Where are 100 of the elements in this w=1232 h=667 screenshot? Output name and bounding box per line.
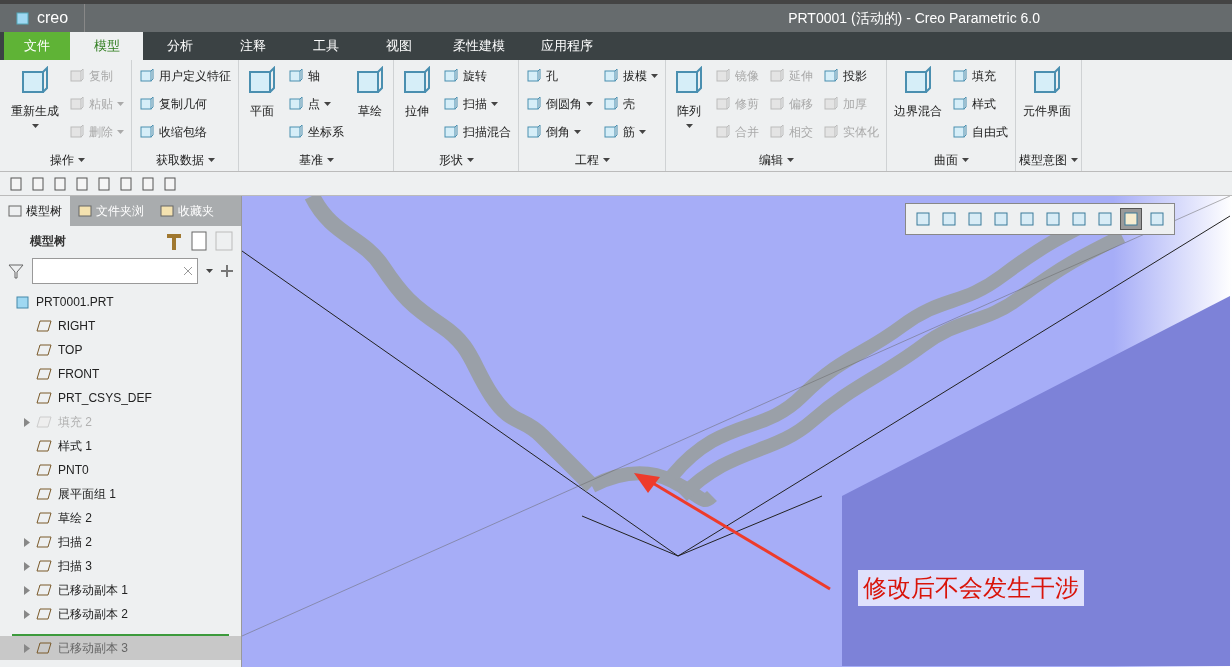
group-label[interactable]: 操作 <box>7 149 128 171</box>
tool-icon <box>443 96 459 112</box>
ribbon-button[interactable]: 倒角 <box>522 118 597 146</box>
ribbon-button[interactable]: 收缩包络 <box>135 118 235 146</box>
tool-icon <box>952 124 968 140</box>
plus-icon[interactable] <box>221 265 233 277</box>
expand-arrow-icon[interactable] <box>24 609 30 619</box>
caret-icon <box>491 102 498 106</box>
annotation-text: 修改后不会发生干涉 <box>858 570 1084 606</box>
group-label[interactable]: 编辑 <box>669 149 883 171</box>
tree-item[interactable]: 已移动副本 3 <box>0 636 241 660</box>
filter-icon[interactable] <box>8 263 24 279</box>
clear-icon[interactable] <box>183 266 193 276</box>
ribbon-button[interactable]: 阵列 <box>669 62 709 132</box>
ribbon-button[interactable]: 孔 <box>522 62 597 90</box>
tree-item[interactable]: TOP <box>0 338 241 362</box>
tool-icon <box>769 96 785 112</box>
menu-tab[interactable]: 应用程序 <box>523 32 611 60</box>
group-label[interactable]: 模型意图 <box>1019 149 1078 171</box>
page-icon[interactable] <box>8 175 24 192</box>
ribbon-button[interactable]: 壳 <box>599 90 662 118</box>
feature-icon <box>36 559 52 573</box>
expand-arrow-icon[interactable] <box>24 585 30 595</box>
group-label[interactable]: 获取数据 <box>135 149 235 171</box>
ribbon-button[interactable]: 轴 <box>284 62 348 90</box>
menu-tab[interactable]: 注释 <box>216 32 289 60</box>
tool-icon <box>288 68 304 84</box>
ribbon-button[interactable]: 复制几何 <box>135 90 235 118</box>
ribbon-button[interactable]: 筋 <box>599 118 662 146</box>
expand-arrow-icon[interactable] <box>24 643 30 653</box>
ribbon-button[interactable]: 样式 <box>948 90 1012 118</box>
ribbon-button[interactable]: 填充 <box>948 62 1012 90</box>
graphics-viewport[interactable]: 修改后不会发生干涉 <box>242 196 1232 667</box>
tree-item[interactable]: PRT_CSYS_DEF <box>0 386 241 410</box>
tree-item[interactable]: 扫描 3 <box>0 554 241 578</box>
feature-icon <box>36 367 52 381</box>
panel-tab[interactable]: 模型树 <box>0 196 70 226</box>
expand-arrow-icon[interactable] <box>24 537 30 547</box>
tool-icon <box>288 96 304 112</box>
caret-icon <box>651 74 658 78</box>
caret-icon <box>324 102 331 106</box>
ribbon-button[interactable]: 点 <box>284 90 348 118</box>
tool-icon <box>69 96 85 112</box>
ribbon-button[interactable]: 草绘 <box>350 62 390 124</box>
menu-tab[interactable]: 分析 <box>143 32 216 60</box>
ribbon-button[interactable]: 平面 <box>242 62 282 124</box>
caret-icon <box>1071 158 1078 162</box>
ribbon-button[interactable]: 投影 <box>819 62 883 90</box>
feature-icon <box>36 607 52 621</box>
tree-item[interactable]: 扫描 2 <box>0 530 241 554</box>
menu-tab[interactable]: 模型 <box>70 32 143 60</box>
ribbon-button[interactable]: 元件界面 <box>1019 62 1075 124</box>
search-field[interactable] <box>32 258 198 284</box>
tree-item[interactable]: 展平面组 1 <box>0 482 241 506</box>
tool-icon <box>769 68 785 84</box>
caret-icon <box>466 158 474 162</box>
caret-icon <box>207 158 215 162</box>
ribbon-button[interactable]: 坐标系 <box>284 118 348 146</box>
tool-icon <box>139 124 155 140</box>
menu-tab[interactable]: 柔性建模 <box>435 32 523 60</box>
ribbon-button[interactable]: 重新生成 <box>7 62 63 132</box>
group-label[interactable]: 基准 <box>242 149 390 171</box>
group-label[interactable]: 曲面 <box>890 149 1012 171</box>
group-label[interactable]: 形状 <box>397 149 515 171</box>
cube-icon <box>16 295 30 309</box>
group-label[interactable]: 工程 <box>522 149 662 171</box>
ribbon-button[interactable]: 倒圆角 <box>522 90 597 118</box>
tool-icon <box>715 68 731 84</box>
tool-icon <box>715 124 731 140</box>
tree-item[interactable]: RIGHT <box>0 314 241 338</box>
menu-tab[interactable]: 工具 <box>289 32 362 60</box>
ribbon-button[interactable]: 旋转 <box>439 62 515 90</box>
tree-root-item[interactable]: PRT0001.PRT <box>0 290 241 314</box>
tree-title: 模型树 <box>30 233 66 250</box>
caret-icon <box>31 124 39 128</box>
tool-icon <box>603 96 619 112</box>
tree-item[interactable]: 已移动副本 2 <box>0 602 241 626</box>
feature-icon <box>36 319 52 333</box>
ribbon-button[interactable]: 拉伸 <box>397 62 437 124</box>
tree-item[interactable]: 已移动副本 1 <box>0 578 241 602</box>
tool-icon <box>526 68 542 84</box>
ribbon-button[interactable]: 拔模 <box>599 62 662 90</box>
ribbon-button[interactable]: 扫描 <box>439 90 515 118</box>
menu-tab[interactable]: 视图 <box>362 32 435 60</box>
feature-icon <box>36 415 52 429</box>
tool-icon <box>139 68 155 84</box>
view-tool-button[interactable] <box>1120 208 1142 230</box>
ribbon-button[interactable]: 扫描混合 <box>439 118 515 146</box>
tool-icon <box>715 96 731 112</box>
caret-icon <box>117 130 124 134</box>
ribbon-button[interactable]: 自由式 <box>948 118 1012 146</box>
tree-item[interactable]: 草绘 2 <box>0 506 241 530</box>
ribbon-button[interactable]: 边界混合 <box>890 62 946 124</box>
tool-icon <box>823 124 839 140</box>
expand-arrow-icon[interactable] <box>24 561 30 571</box>
tree-item[interactable]: 样式 1 <box>0 434 241 458</box>
ribbon-button[interactable]: 用户定义特征 <box>135 62 235 90</box>
tree-item[interactable]: PNT0 <box>0 458 241 482</box>
caret-icon <box>961 158 969 162</box>
tree-item[interactable]: FRONT <box>0 362 241 386</box>
